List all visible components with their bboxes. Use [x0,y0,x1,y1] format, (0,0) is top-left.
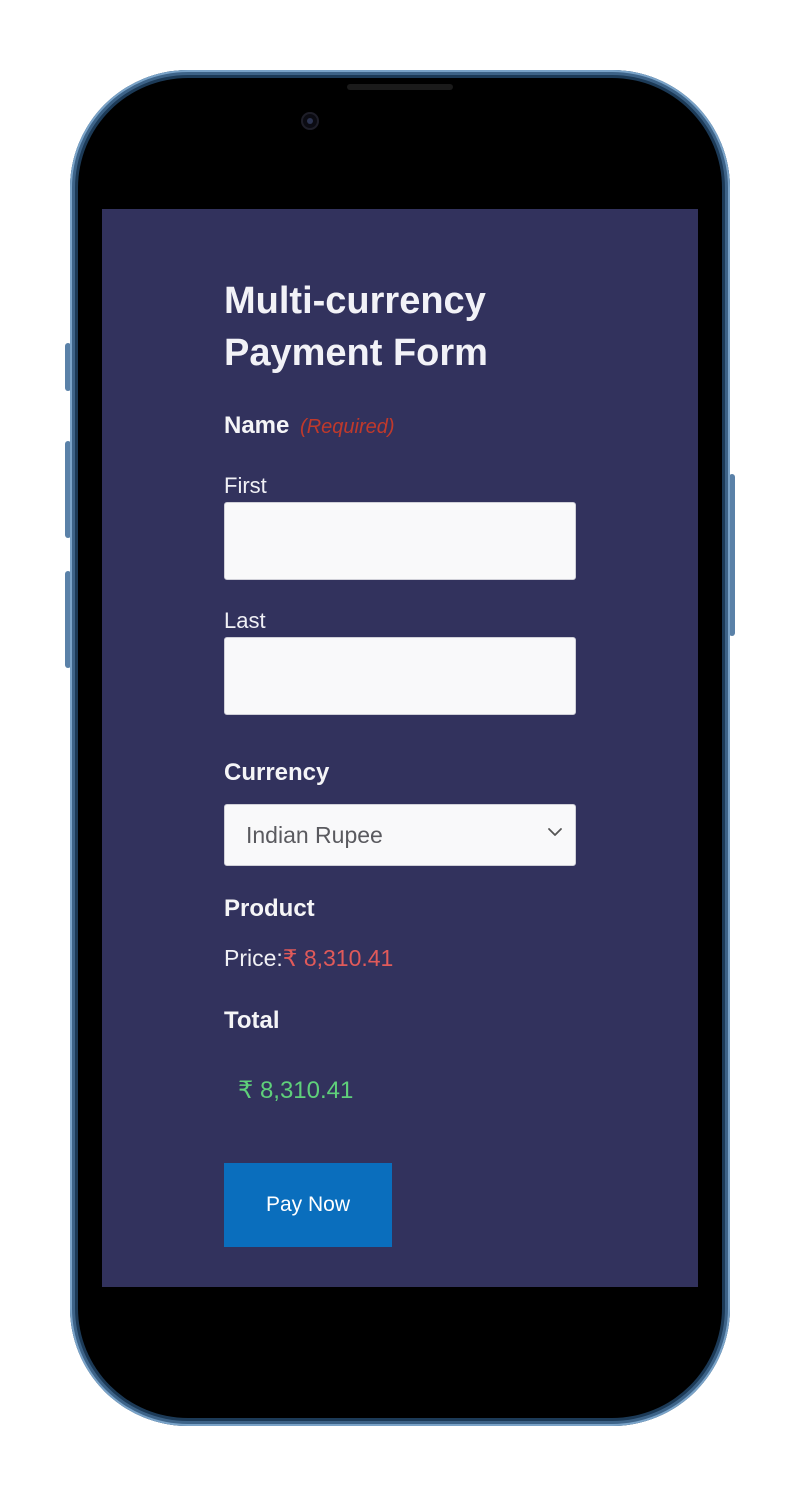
camera-icon [301,112,319,130]
total-amount: ₹ 8,310.41 [238,1077,354,1104]
first-name-input[interactable] [224,502,576,580]
currency-selected-value: Indian Rupee [246,822,383,848]
earpiece-speaker [347,84,453,90]
device-mockup: Multi-currency Payment Form Name (Requir… [0,0,800,1494]
name-field-label: Name (Required) [224,412,395,440]
product-label: Product [224,895,315,922]
name-label-text: Name [224,412,290,439]
form-title: Multi-currency Payment Form [224,280,488,374]
total-label: Total [224,1007,280,1034]
required-indicator: (Required) [300,416,395,438]
currency-select[interactable]: Indian Rupee [224,804,576,866]
price-prefix: Price: [224,945,283,971]
phone-screen: Multi-currency Payment Form Name (Requir… [102,209,698,1287]
last-name-label: Last [224,608,266,633]
chevron-down-icon [548,828,562,836]
currency-label: Currency [224,759,330,786]
product-price: Price:₹ 8,310.41 [224,945,393,972]
last-name-input[interactable] [224,637,576,715]
first-name-label: First [224,473,267,498]
pay-now-button[interactable]: Pay Now [224,1163,392,1247]
price-amount: ₹ 8,310.41 [282,945,394,971]
